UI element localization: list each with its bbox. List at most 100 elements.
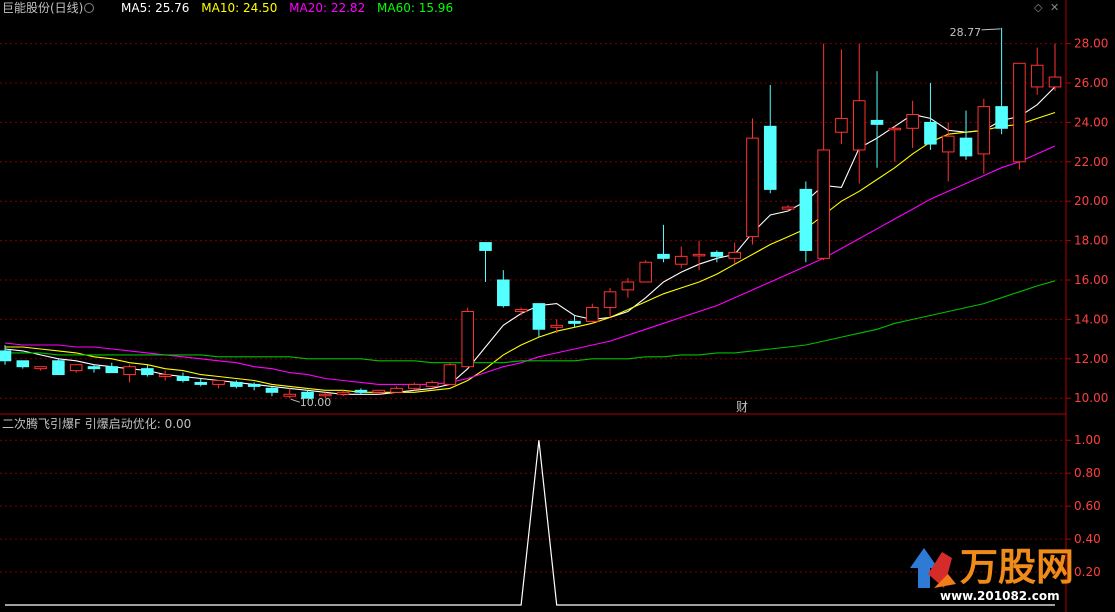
candle [265, 386, 279, 397]
candle [390, 386, 403, 393]
price-tick-label: 22.00 [1074, 155, 1108, 169]
ma5-label: MA5: 25.76 [121, 1, 190, 15]
price-tick-label: 10.00 [1074, 391, 1108, 405]
candle [621, 278, 635, 298]
candle-body [69, 364, 83, 372]
indicator-legend: 二次腾飞引爆F 引爆启动优化: 0.00 [2, 417, 192, 431]
high-pointer [981, 28, 1001, 31]
candle [87, 364, 101, 373]
candle [799, 181, 813, 263]
close-icon[interactable]: ✕ [1050, 0, 1059, 16]
candle [176, 372, 190, 383]
chart-canvas[interactable]: 10.00 12.00 14.00 16.00 18.00 20.00 22.00 24.00… [0, 0, 1115, 612]
candle-body [230, 381, 243, 387]
candle [69, 364, 83, 373]
brand-url: www.201082.com [940, 589, 1060, 603]
candle [924, 82, 937, 150]
candle-body [746, 137, 759, 238]
candle-body [1048, 76, 1062, 88]
candle [550, 319, 563, 334]
candle-body [1013, 62, 1026, 163]
candle-body [461, 311, 474, 368]
candle-body [639, 261, 652, 283]
candle [906, 100, 919, 148]
candle-body [674, 255, 688, 265]
price-tick-label: 12.00 [1074, 352, 1108, 366]
candle-body [710, 251, 724, 257]
candle-body [265, 387, 279, 393]
candle [1013, 62, 1026, 170]
candle [34, 366, 47, 371]
candle-body [141, 368, 154, 376]
candle-body [692, 253, 706, 257]
candle-body [87, 366, 101, 370]
price-tick-label: 16.00 [1074, 273, 1108, 287]
high-price-label: 28.77 [950, 26, 982, 39]
ma10-label: MA10: 24.50 [201, 1, 278, 15]
candle-body [390, 387, 403, 393]
candle-body [550, 324, 563, 328]
candle-body [1030, 64, 1044, 88]
finance-marker[interactable]: 财 [736, 398, 748, 415]
candle-body [497, 279, 510, 307]
candle-body [781, 206, 795, 210]
candle [586, 303, 599, 324]
price-tick-label: 24.00 [1074, 115, 1108, 129]
brand-watermark: 万股网 www.201082.com [910, 545, 1074, 603]
candle [497, 270, 510, 308]
candle [16, 360, 30, 369]
candle-body [888, 127, 902, 131]
candle [1030, 47, 1044, 95]
candle [283, 388, 297, 399]
candle-body [657, 253, 670, 259]
price-tick-label: 26.00 [1074, 76, 1108, 90]
candle-body [835, 117, 848, 133]
candle [479, 242, 492, 282]
ma60-label: MA60: 15.96 [377, 1, 454, 15]
candle-body [603, 291, 617, 309]
candle-body [158, 374, 172, 378]
candle-body [941, 135, 955, 153]
candle [657, 224, 670, 263]
candle-body [336, 391, 350, 395]
candle-body [817, 149, 830, 259]
candle-body [443, 364, 457, 385]
candle-body [105, 366, 119, 374]
candle [568, 315, 581, 328]
candle-body [586, 307, 599, 322]
candle [461, 307, 474, 368]
candle [781, 205, 795, 212]
candle [977, 98, 991, 174]
candle [194, 378, 208, 387]
candle [52, 358, 65, 376]
candle [158, 370, 172, 381]
candle [817, 43, 830, 261]
price-tick-label: 18.00 [1074, 234, 1108, 248]
candle [141, 364, 154, 377]
candle-body [247, 383, 261, 387]
candle-body [194, 381, 208, 385]
ma60-line [5, 280, 1056, 364]
price-tick-label: 20.00 [1074, 194, 1108, 208]
candle-body [425, 381, 439, 387]
candle [603, 287, 617, 318]
candle-body [995, 106, 1008, 129]
candle-body [763, 125, 777, 190]
candle [888, 126, 902, 162]
candle-body [977, 106, 991, 155]
candle [835, 49, 848, 145]
candle-body [870, 119, 884, 125]
candle-body [799, 188, 813, 251]
candle [852, 43, 866, 184]
candle [443, 362, 457, 385]
candle-body [621, 281, 635, 291]
candle [728, 242, 741, 265]
candle-body [0, 350, 12, 362]
candle [123, 364, 136, 383]
diamond-icon[interactable]: ◇ [1034, 0, 1042, 16]
settings-gear-icon[interactable] [84, 3, 94, 13]
stock-title: 巨能股份(日线) [2, 1, 84, 15]
candle-body [16, 360, 30, 368]
candle [639, 260, 652, 283]
candle-body [728, 251, 741, 259]
